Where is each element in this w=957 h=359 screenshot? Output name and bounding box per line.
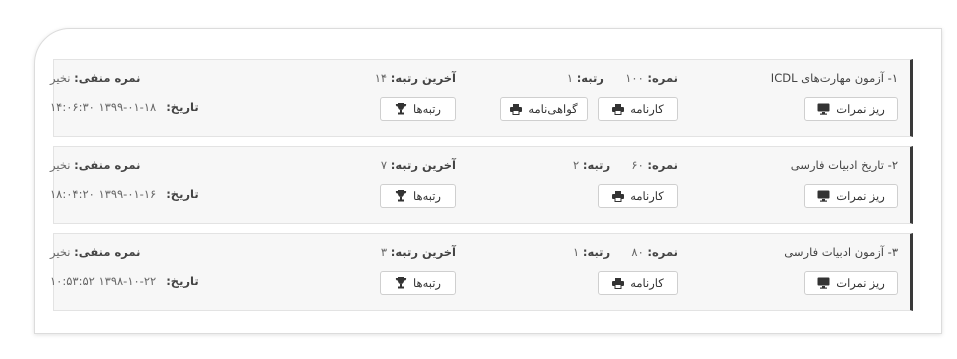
exam-last-rank-column: آخرین رتبه: ۱۴ رتبه‌ها: [300, 60, 456, 136]
rankings-label: رتبه‌ها: [413, 104, 441, 116]
last-rank-value: ۱۴: [374, 71, 388, 85]
last-rank-line: آخرین رتبه: ۳: [381, 245, 456, 259]
printer-icon: [510, 103, 523, 115]
score-rank-line: نمره: ۸۰ رتبه: ۱: [573, 245, 678, 259]
last-rank-label: آخرین رتبه:: [390, 71, 456, 85]
report-card-button[interactable]: کارنامه: [598, 97, 678, 121]
monitor-icon: [817, 277, 830, 289]
date-value: ۱۳۹۸-۱۰-۲۲ ۱۰:۵۳:۵۲: [50, 274, 157, 288]
report-card-label: کارنامه: [630, 191, 664, 203]
last-rank-value: ۳: [380, 245, 388, 259]
last-rank-label: آخرین رتبه:: [390, 245, 456, 259]
exam-card: ۲- تاریخ ادبیات فارسی ریز نمرات نمره: ۶۰…: [50, 146, 913, 224]
exam-score-column: نمره: ۱۰۰ رتبه: ۱ کارنامه گواهی‌نامه: [492, 60, 678, 136]
rank-label: رتبه:: [582, 158, 611, 172]
printer-icon: [612, 190, 625, 202]
negative-score-value: نخیر: [50, 158, 71, 172]
trophy-icon: [395, 277, 407, 289]
exam-title-column: ۱- آزمون مهارت‌های ICDL ریز نمرات: [748, 60, 898, 136]
rankings-label: رتبه‌ها: [413, 278, 441, 290]
rank-value: ۱: [566, 71, 574, 85]
negative-score-line: نمره منفی: نخیر: [50, 158, 140, 172]
report-card-button[interactable]: کارنامه: [598, 271, 678, 295]
exam-date-column: نمره منفی: نخیر تاریخ: ۱۳۹۹-۰۱-۱۶ ۱۸:۰۴:…: [50, 147, 260, 223]
certificate-label: گواهی‌نامه: [528, 104, 578, 116]
score-details-button[interactable]: ریز نمرات: [804, 97, 898, 121]
exam-list: ۱- آزمون مهارت‌های ICDL ریز نمرات نمره: …: [50, 59, 913, 319]
rankings-button[interactable]: رتبه‌ها: [380, 184, 456, 208]
score-details-label: ریز نمرات: [836, 278, 885, 290]
monitor-icon: [817, 190, 830, 202]
trophy-icon: [395, 190, 407, 202]
exam-date-line: تاریخ: ۱۳۹۹-۰۱-۱۸ ۱۴:۰۶:۳۰: [50, 100, 199, 114]
score-value: ۱۰۰: [625, 71, 644, 85]
last-rank-label: آخرین رتبه:: [390, 158, 456, 172]
negative-score-label: نمره منفی:: [74, 245, 141, 259]
score-label: نمره:: [647, 71, 678, 85]
score-value: ۶۰: [631, 158, 644, 172]
printer-icon: [612, 277, 625, 289]
report-card-button[interactable]: کارنامه: [598, 184, 678, 208]
exam-title-column: ۳- آزمون ادبیات فارسی ریز نمرات: [748, 234, 898, 310]
score-rank-line: نمره: ۱۰۰ رتبه: ۱: [567, 71, 678, 85]
printer-icon: [612, 103, 625, 115]
exam-title-column: ۲- تاریخ ادبیات فارسی ریز نمرات: [748, 147, 898, 223]
date-value: ۱۳۹۹-۰۱-۱۶ ۱۸:۰۴:۲۰: [50, 187, 157, 201]
score-details-label: ریز نمرات: [836, 191, 885, 203]
exam-last-rank-column: آخرین رتبه: ۷ رتبه‌ها: [300, 147, 456, 223]
certificate-button[interactable]: گواهی‌نامه: [500, 97, 588, 121]
exam-title: ۱- آزمون مهارت‌های ICDL: [770, 71, 898, 85]
last-rank-line: آخرین رتبه: ۱۴: [375, 71, 456, 85]
exam-card: ۱- آزمون مهارت‌های ICDL ریز نمرات نمره: …: [50, 59, 913, 137]
negative-score-line: نمره منفی: نخیر: [50, 71, 140, 85]
date-label: تاریخ:: [166, 187, 199, 201]
score-rank-line: نمره: ۶۰ رتبه: ۲: [573, 158, 678, 172]
date-value: ۱۳۹۹-۰۱-۱۸ ۱۴:۰۶:۳۰: [50, 100, 157, 114]
last-rank-line: آخرین رتبه: ۷: [381, 158, 456, 172]
report-card-label: کارنامه: [630, 104, 664, 116]
last-rank-value: ۷: [380, 158, 388, 172]
exam-results-panel: ۱- آزمون مهارت‌های ICDL ریز نمرات نمره: …: [34, 28, 942, 334]
date-label: تاریخ:: [166, 274, 199, 288]
rank-value: ۱: [573, 245, 580, 259]
negative-score-value: نخیر: [50, 245, 71, 259]
negative-score-label: نمره منفی:: [74, 158, 141, 172]
score-details-button[interactable]: ریز نمرات: [804, 271, 898, 295]
date-label: تاریخ:: [166, 100, 199, 114]
rank-value: ۲: [573, 158, 580, 172]
exam-card: ۳- آزمون ادبیات فارسی ریز نمرات نمره: ۸۰…: [50, 233, 913, 311]
exam-score-column: نمره: ۶۰ رتبه: ۲ کارنامه: [492, 147, 678, 223]
exam-date-line: تاریخ: ۱۳۹۸-۱۰-۲۲ ۱۰:۵۳:۵۲: [50, 274, 199, 288]
score-label: نمره:: [647, 158, 678, 172]
monitor-icon: [817, 103, 830, 115]
exam-date-column: نمره منفی: نخیر تاریخ: ۱۳۹۸-۱۰-۲۲ ۱۰:۵۳:…: [50, 234, 260, 310]
score-value: ۸۰: [631, 245, 644, 259]
rankings-button[interactable]: رتبه‌ها: [380, 271, 456, 295]
exam-date-line: تاریخ: ۱۳۹۹-۰۱-۱۶ ۱۸:۰۴:۲۰: [50, 187, 199, 201]
score-details-label: ریز نمرات: [836, 104, 885, 116]
negative-score-label: نمره منفی:: [74, 71, 141, 85]
exam-score-column: نمره: ۸۰ رتبه: ۱ کارنامه: [492, 234, 678, 310]
trophy-icon: [395, 103, 407, 115]
score-details-button[interactable]: ریز نمرات: [804, 184, 898, 208]
score-label: نمره:: [647, 245, 678, 259]
report-card-label: کارنامه: [630, 278, 664, 290]
rank-label: رتبه:: [582, 245, 611, 259]
exam-date-column: نمره منفی: نخیر تاریخ: ۱۳۹۹-۰۱-۱۸ ۱۴:۰۶:…: [50, 60, 260, 136]
negative-score-line: نمره منفی: نخیر: [50, 245, 140, 259]
rankings-label: رتبه‌ها: [413, 191, 441, 203]
negative-score-value: نخیر: [50, 71, 71, 85]
rankings-button[interactable]: رتبه‌ها: [380, 97, 456, 121]
exam-title: ۳- آزمون ادبیات فارسی: [784, 245, 898, 259]
exam-title: ۲- تاریخ ادبیات فارسی: [790, 158, 898, 172]
rank-label: رتبه:: [576, 71, 604, 85]
exam-last-rank-column: آخرین رتبه: ۳ رتبه‌ها: [300, 234, 456, 310]
